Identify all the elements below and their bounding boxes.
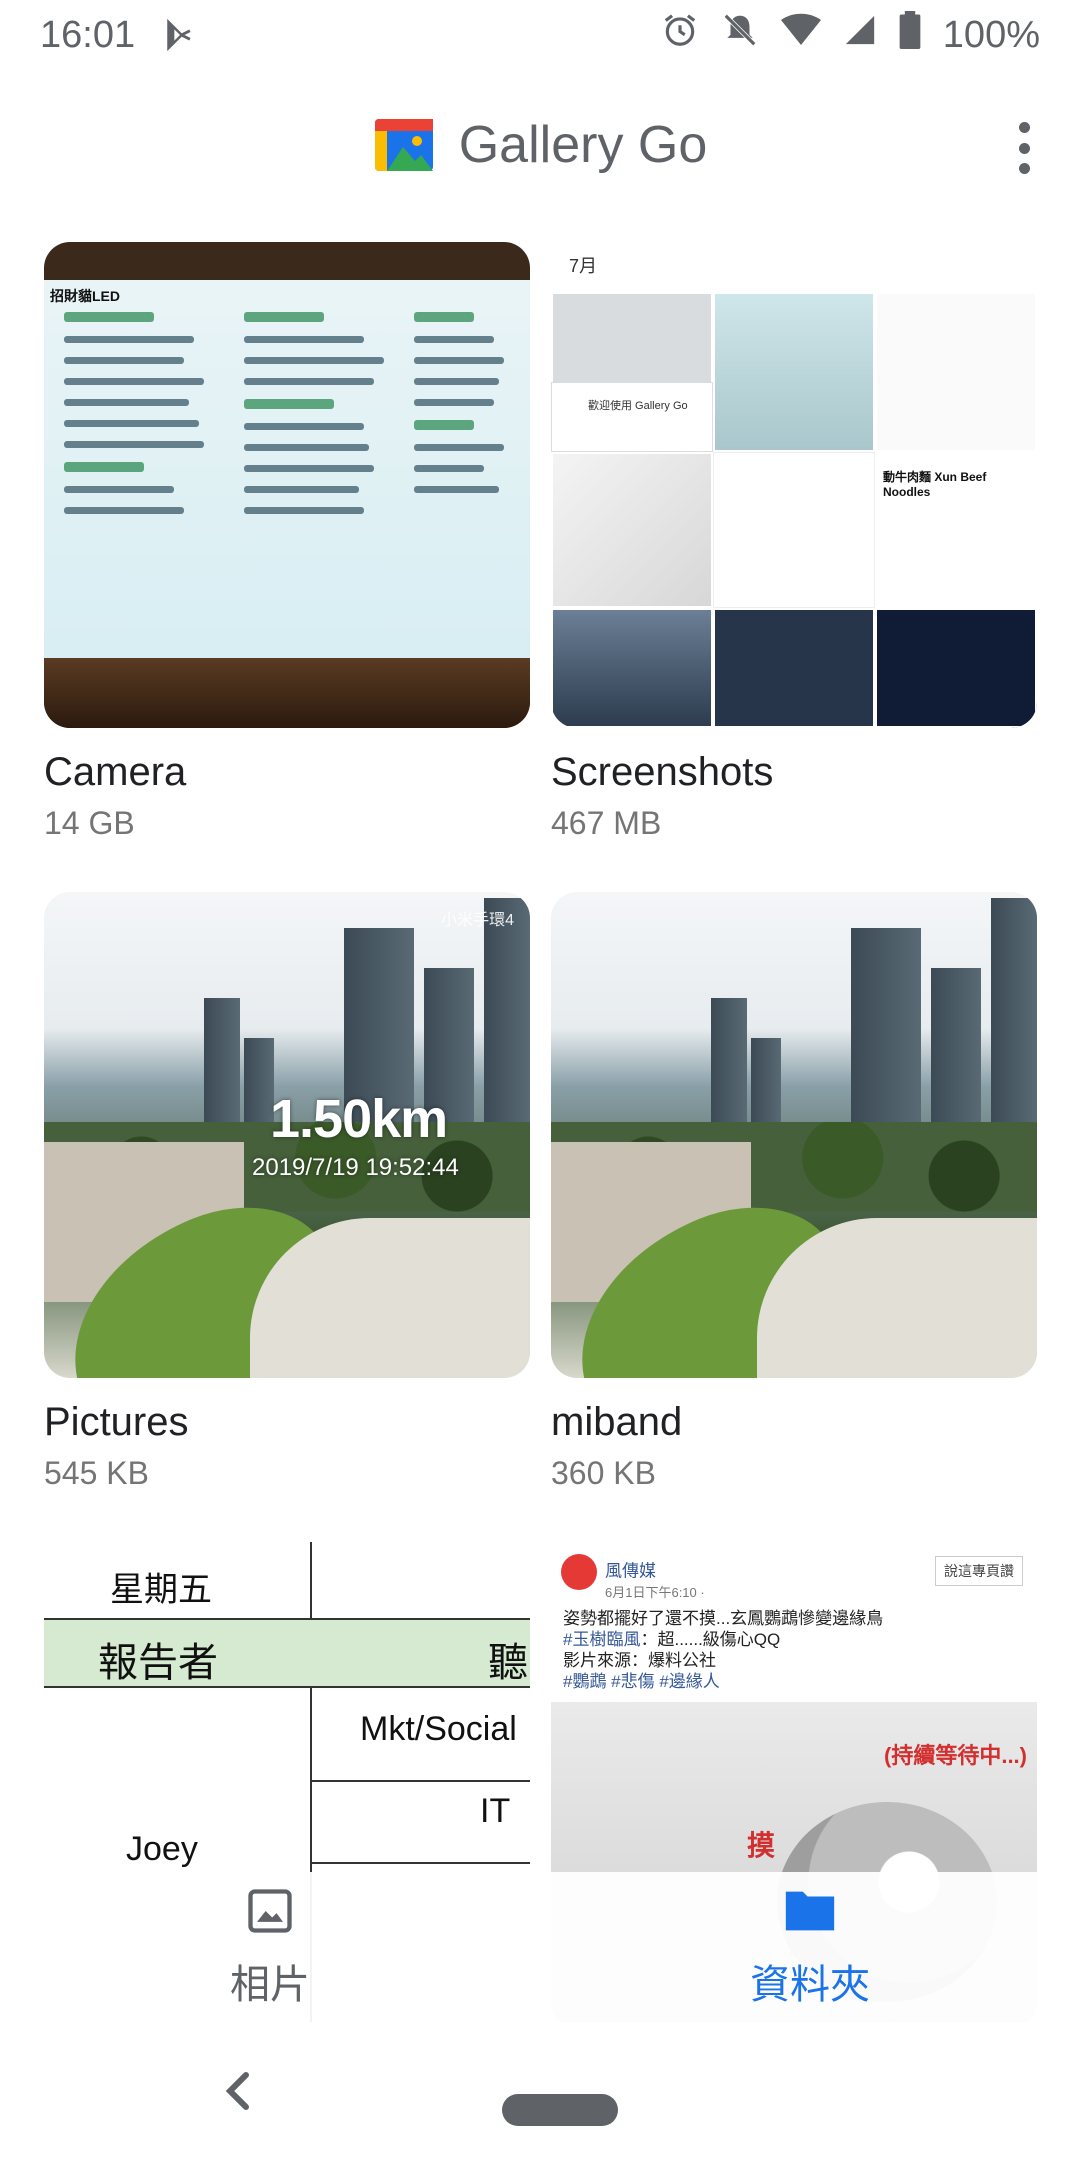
status-icons: 100%	[661, 11, 1040, 59]
thumb-date: 6月1日下午6:10 ·	[605, 1585, 705, 1600]
thumb-noodles: 動牛肉麵 Xun Beef Noodles	[883, 470, 987, 499]
thumb-day: 星期五	[110, 1571, 212, 1609]
folder-thumbnail[interactable]	[551, 892, 1037, 1378]
folder-card-miband[interactable]: miband 360 KB	[551, 892, 1037, 1492]
app-title: Gallery Go	[458, 116, 708, 174]
system-navigation-bar	[0, 2022, 1080, 2160]
folder-thumbnail[interactable]: 7月 歡迎使用 Gallery Go 動牛肉麵 Xun Beef Noodles	[551, 242, 1037, 728]
nav-label-photos: 相片	[230, 1962, 310, 2007]
folder-thumbnail[interactable]: 招財貓LED	[44, 242, 530, 728]
thumb-line3: 影片來源：爆料公社	[563, 1651, 716, 1670]
thumb-text: 招財貓LED	[50, 288, 120, 304]
thumb-page: 風傳媒	[605, 1561, 656, 1581]
folder-card-pictures[interactable]: 小米手環4 1.50km 2019/7/19 19:52:44 Pictures…	[44, 892, 530, 1492]
signal-icon	[843, 13, 877, 57]
folder-name: Pictures	[44, 1400, 189, 1444]
folder-name: miband	[551, 1400, 683, 1444]
battery-percent: 100%	[942, 13, 1040, 56]
app-bar: Gallery Go	[0, 70, 1080, 220]
more-vert-icon[interactable]	[1004, 118, 1044, 178]
thumb-distance: 1.50km	[270, 1089, 448, 1149]
thumb-it: IT	[480, 1792, 511, 1830]
thumb-line1: 姿勢都擺好了還不摸...玄鳳鸚鵡慘變邊緣鳥	[563, 1609, 884, 1628]
page-avatar	[561, 1554, 597, 1590]
menu-board-image	[44, 280, 530, 660]
thumb-welcome: 歡迎使用 Gallery Go	[588, 400, 688, 412]
thumb-brand: 小米手環4	[441, 912, 514, 929]
status-time: 16:01	[40, 13, 136, 56]
alarm-icon	[661, 11, 699, 59]
thumb-datetime: 2019/7/19 19:52:44	[252, 1154, 459, 1181]
folder-card-screenshots[interactable]: 7月 歡迎使用 Gallery Go 動牛肉麵 Xun Beef Noodles…	[551, 242, 1037, 842]
nav-label-folders: 資料夾	[750, 1962, 870, 2007]
thumb-line2-rest: ：超......級傷心QQ	[640, 1630, 781, 1649]
folder-icon	[781, 1885, 839, 1942]
folder-size: 360 KB	[551, 1455, 656, 1491]
thumb-follow: 說這專頁讚	[935, 1556, 1023, 1586]
nav-item-photos[interactable]: 相片	[0, 1872, 540, 2022]
status-bar: 16:01 100%	[0, 0, 1080, 70]
thumb-line2-tag: #玉樹臨風	[563, 1630, 641, 1649]
thumb-waiting: (持續等待中...)	[884, 1743, 1027, 1768]
thumb-reporter: 報告者	[98, 1641, 218, 1685]
folder-size: 14 GB	[44, 805, 135, 841]
folder-thumbnail[interactable]: 小米手環4 1.50km 2019/7/19 19:52:44	[44, 892, 530, 1378]
gallery-go-logo-icon	[373, 117, 435, 173]
photo-icon	[244, 1885, 296, 1942]
play-store-notification-icon	[163, 18, 197, 52]
wifi-icon	[780, 12, 821, 58]
thumb-joey: Joey	[126, 1830, 198, 1868]
battery-icon	[899, 11, 921, 59]
nav-item-folders[interactable]: 資料夾	[540, 1872, 1080, 2022]
thumb-mkt: Mkt/Social	[360, 1710, 517, 1748]
folder-name: Camera	[44, 750, 187, 794]
folder-card-camera[interactable]: 招財貓LED Camera 14 GB	[44, 242, 530, 842]
home-pill-button[interactable]	[502, 2094, 618, 2126]
folder-size: 545 KB	[44, 1455, 149, 1491]
thumb-touch: 摸	[747, 1830, 776, 1861]
folder-name: Screenshots	[551, 750, 774, 794]
back-icon[interactable]	[218, 2066, 258, 2116]
folder-size: 467 MB	[551, 805, 662, 841]
thumb-listen: 聽	[488, 1641, 528, 1685]
thumb-line4: #鸚鵡 #悲傷 #邊緣人	[563, 1672, 720, 1691]
bottom-navigation: 相片 資料夾	[0, 1872, 1080, 2022]
silent-icon	[721, 11, 759, 59]
thumb-month: 7月	[569, 256, 598, 276]
